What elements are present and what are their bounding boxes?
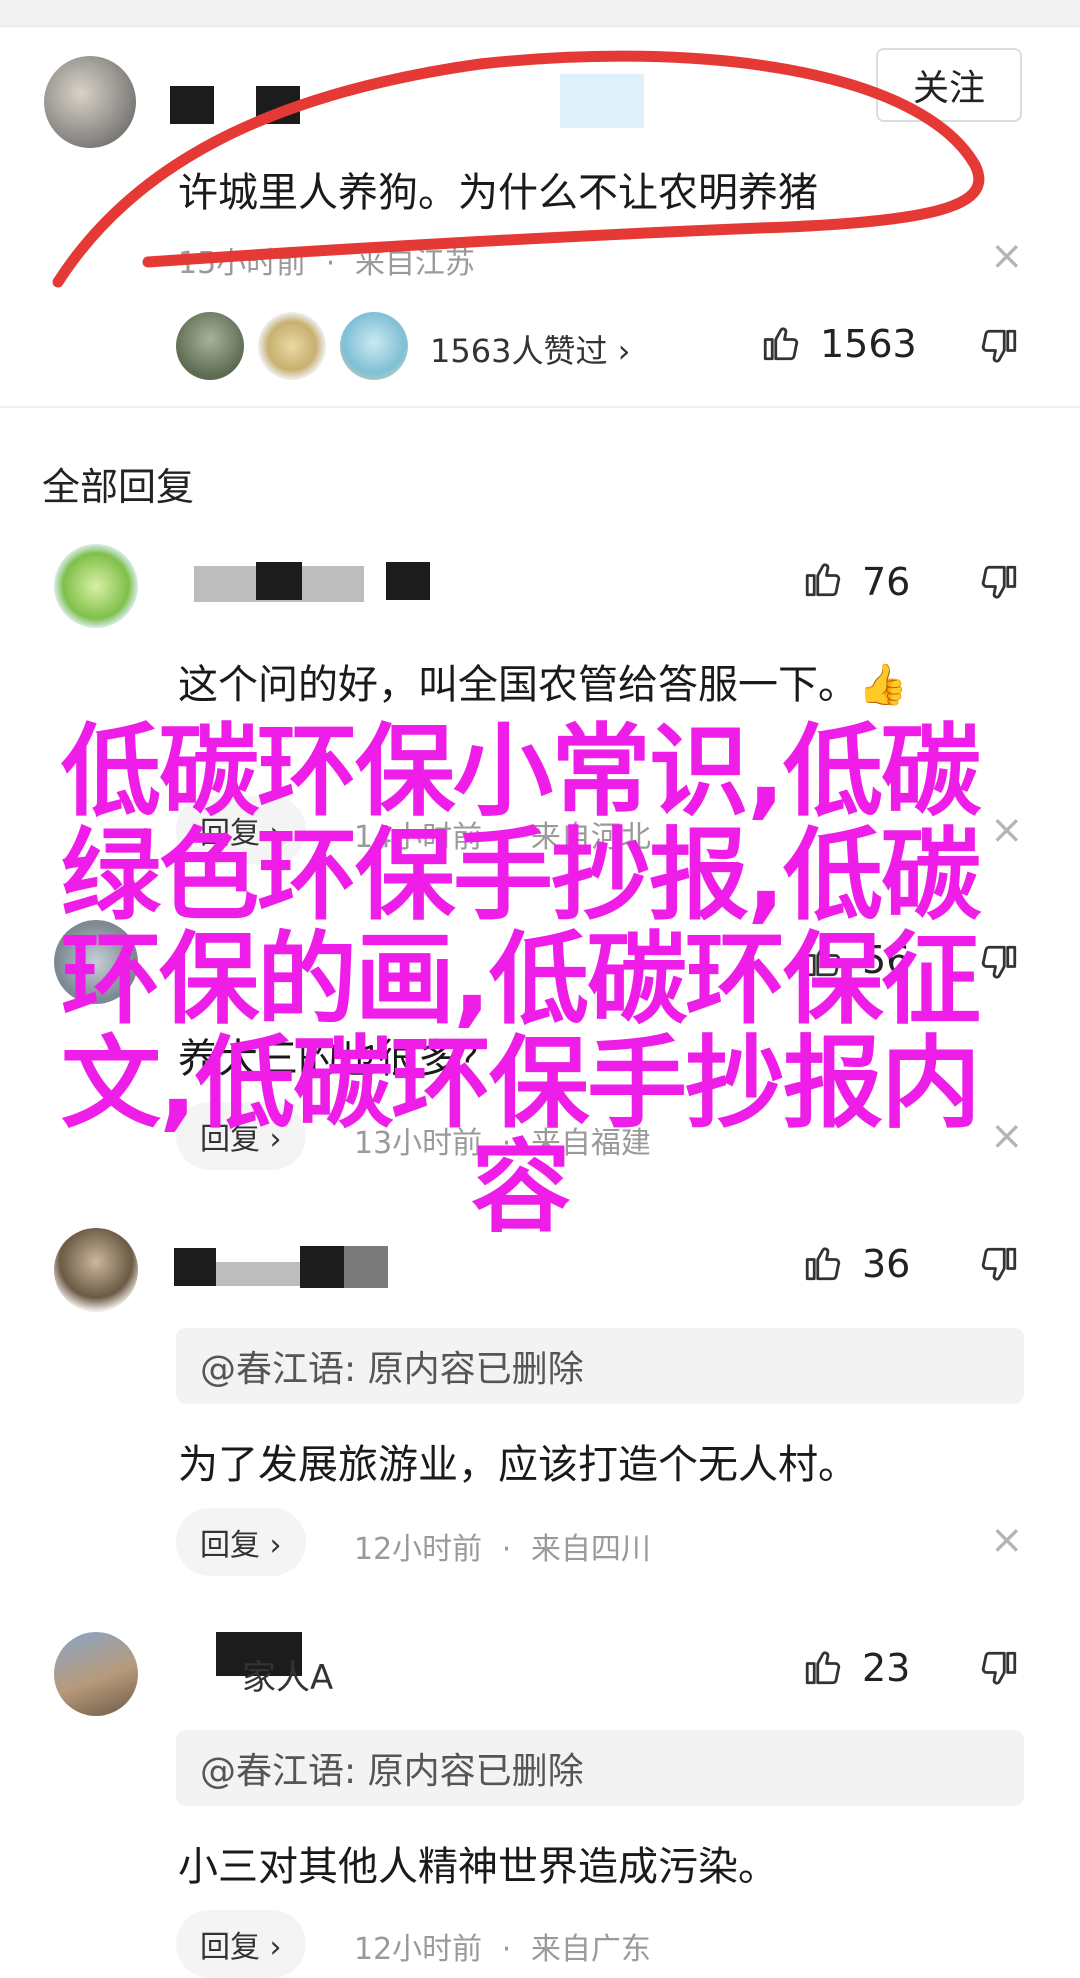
meta-separator: · [501, 1932, 512, 1967]
like-count: 76 [862, 560, 911, 604]
overlay-line: 文,低碳环保手抄报内 [61, 1025, 981, 1142]
reply-meta: 12小时前 · 来自四川 [354, 1524, 651, 1568]
quoted-comment[interactable]: @春江语: 原内容已删除 [176, 1730, 1024, 1806]
thumbs-up-icon[interactable] [802, 558, 844, 600]
section-divider [0, 406, 1080, 408]
thumbs-up-icon[interactable] [802, 1242, 844, 1284]
close-icon[interactable]: × [990, 1520, 1024, 1560]
reply-avatar[interactable] [54, 1632, 138, 1716]
thumbs-up-icon[interactable] [802, 1646, 844, 1688]
reply-button[interactable]: 回复 › [176, 1910, 306, 1978]
reply-text: 这个问的好，叫全国农管给答服一下。👍 [178, 662, 908, 708]
like-count: 36 [862, 1242, 911, 1286]
reply-text: 为了发展旅游业，应该打造个无人村。 [178, 1442, 858, 1488]
overlay-watermark-text: 低碳环保小常识,低碳 绿色环保手抄报,低碳 环保的画,低碳环保征 文,低碳环保手… [30, 720, 1010, 1240]
reply-location: 来自广东 [530, 1932, 651, 1967]
redacted-username [344, 1246, 388, 1288]
redacted-username [256, 562, 302, 600]
like-count: 23 [862, 1646, 911, 1690]
overlay-line: 环保的画,低碳环保征 [61, 921, 981, 1038]
overlay-line: 绿色环保手抄报,低碳 [61, 817, 981, 934]
redacted-username [386, 562, 430, 600]
overlay-line: 低碳环保小常识,低碳 [61, 713, 981, 830]
liker-avatar[interactable] [176, 312, 244, 380]
reply-time: 12小时前 [354, 1932, 483, 1967]
liker-avatar[interactable] [340, 312, 408, 380]
redacted-username [300, 1246, 344, 1288]
reply-avatar[interactable] [54, 544, 138, 628]
thumbs-down-icon[interactable] [978, 1648, 1020, 1690]
redacted-username [216, 1262, 302, 1286]
reply-location: 来自四川 [530, 1532, 651, 1567]
reply-username[interactable]: 家人A [242, 1650, 333, 1699]
meta-separator: · [501, 1532, 512, 1567]
redacted-username [174, 1248, 216, 1286]
quoted-comment[interactable]: @春江语: 原内容已删除 [176, 1328, 1024, 1404]
thumbs-down-icon[interactable] [978, 326, 1020, 368]
reply-text: 小三对其他人精神世界造成污染。 [178, 1844, 778, 1890]
overlay-line: 容 [471, 1129, 571, 1246]
annotation-circle [52, 50, 985, 288]
likes-summary-link[interactable]: 1563人赞过 › [430, 326, 630, 372]
section-title: 全部回复 [42, 465, 195, 509]
thumbs-down-icon[interactable] [978, 562, 1020, 604]
reply-meta: 12小时前 · 来自广东 [354, 1924, 651, 1968]
reply-time: 12小时前 [354, 1532, 483, 1567]
liker-avatar[interactable] [258, 312, 326, 380]
thumbs-up-icon[interactable] [760, 322, 802, 364]
reply-button[interactable]: 回复 › [176, 1508, 306, 1576]
thumbs-down-icon[interactable] [978, 1244, 1020, 1286]
reply-avatar[interactable] [54, 1228, 138, 1312]
like-count: 1563 [820, 322, 917, 366]
